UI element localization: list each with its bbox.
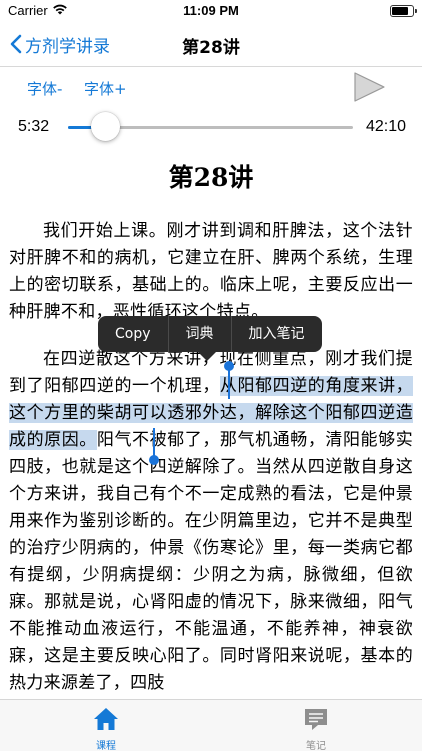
article-title: 第28讲 (168, 163, 254, 192)
play-button[interactable] (353, 71, 387, 107)
tab-courses[interactable]: 课程 (61, 706, 151, 752)
battery-icon (390, 5, 417, 17)
total-time: 42:10 (365, 118, 406, 135)
selection-start-handle[interactable] (224, 361, 234, 399)
menu-arrow (198, 352, 216, 361)
notes-icon (305, 709, 327, 730)
nav-divider (0, 66, 422, 67)
copy-menu-item[interactable]: Copy (98, 316, 168, 352)
nav-title: 第28讲 (182, 38, 240, 58)
tab-bar: 课程 笔记 (0, 699, 422, 752)
font-increase-button[interactable]: 字体+ (84, 78, 127, 99)
add-note-menu-item[interactable]: 加入笔记 (232, 316, 322, 352)
progress-thumb[interactable] (90, 112, 120, 141)
font-decrease-button[interactable]: 字体- (27, 78, 62, 99)
play-icon (354, 72, 385, 102)
status-time: 11:09 PM (183, 3, 239, 18)
status-bar: Carrier 11:09 PM (0, 0, 422, 22)
tab-notes[interactable]: 笔记 (271, 706, 361, 752)
selection-end-handle[interactable] (149, 428, 159, 465)
battery-level (392, 7, 409, 15)
article-paragraph: 我们开始上课。刚才讲到调和肝脾法，这个法针对肝脾不和的病机，它建立在肝、脾两个系… (9, 221, 413, 322)
paragraph-text: 阳气不被郁了，那气机通畅，清阳能够实四肢，也就是这个四逆解除了。当然从四逆散自身… (9, 430, 413, 693)
current-time: 5:32 (18, 118, 50, 135)
edit-menu: Copy 词典 加入笔记 (98, 316, 322, 361)
dictionary-menu-item[interactable]: 词典 (169, 316, 231, 352)
article-paragraph: 在四逆散这个方来讲，现在侧重点，刚才我们提到了阳郁四逆的一个机理，从阳郁四逆的角… (9, 346, 413, 697)
home-icon (94, 708, 118, 730)
